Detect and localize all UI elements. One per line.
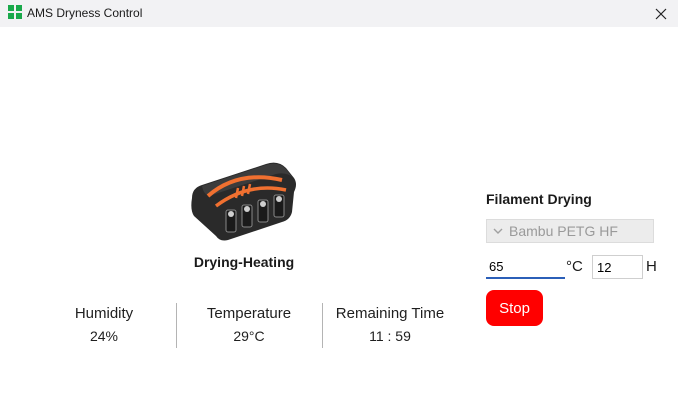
drying-status-label: Drying-Heating [193, 254, 295, 270]
filament-select[interactable]: Bambu PETG HF [486, 219, 654, 243]
remaining-time-stat: Remaining Time 11 : 59 [324, 305, 456, 344]
filament-select-value: Bambu PETG HF [509, 223, 618, 239]
app-icon [8, 5, 22, 19]
window-title: AMS Dryness Control [27, 6, 143, 20]
temperature-label: Temperature [206, 305, 292, 322]
close-icon [655, 8, 667, 19]
stat-divider [176, 303, 177, 348]
filament-drying-title: Filament Drying [486, 191, 592, 207]
title-bar: AMS Dryness Control [0, 0, 678, 27]
ams-heater-icon [191, 162, 296, 241]
humidity-value: 24% [89, 328, 119, 344]
humidity-stat: Humidity 24% [44, 305, 164, 344]
temperature-stat: Temperature 29°C [186, 305, 312, 344]
close-button[interactable] [644, 0, 678, 27]
chevron-down-icon [493, 228, 503, 235]
temperature-unit: °C [566, 258, 583, 275]
remaining-time-value: 11 : 59 [369, 328, 411, 344]
temperature-value: 29°C [233, 328, 265, 344]
humidity-label: Humidity [74, 305, 134, 322]
remaining-time-label: Remaining Time [335, 305, 445, 322]
drying-hours-input[interactable] [592, 255, 643, 279]
drying-temperature-input[interactable] [486, 255, 565, 279]
hours-unit: H [646, 258, 657, 275]
stat-divider [322, 303, 323, 348]
stop-button[interactable]: Stop [486, 290, 543, 326]
